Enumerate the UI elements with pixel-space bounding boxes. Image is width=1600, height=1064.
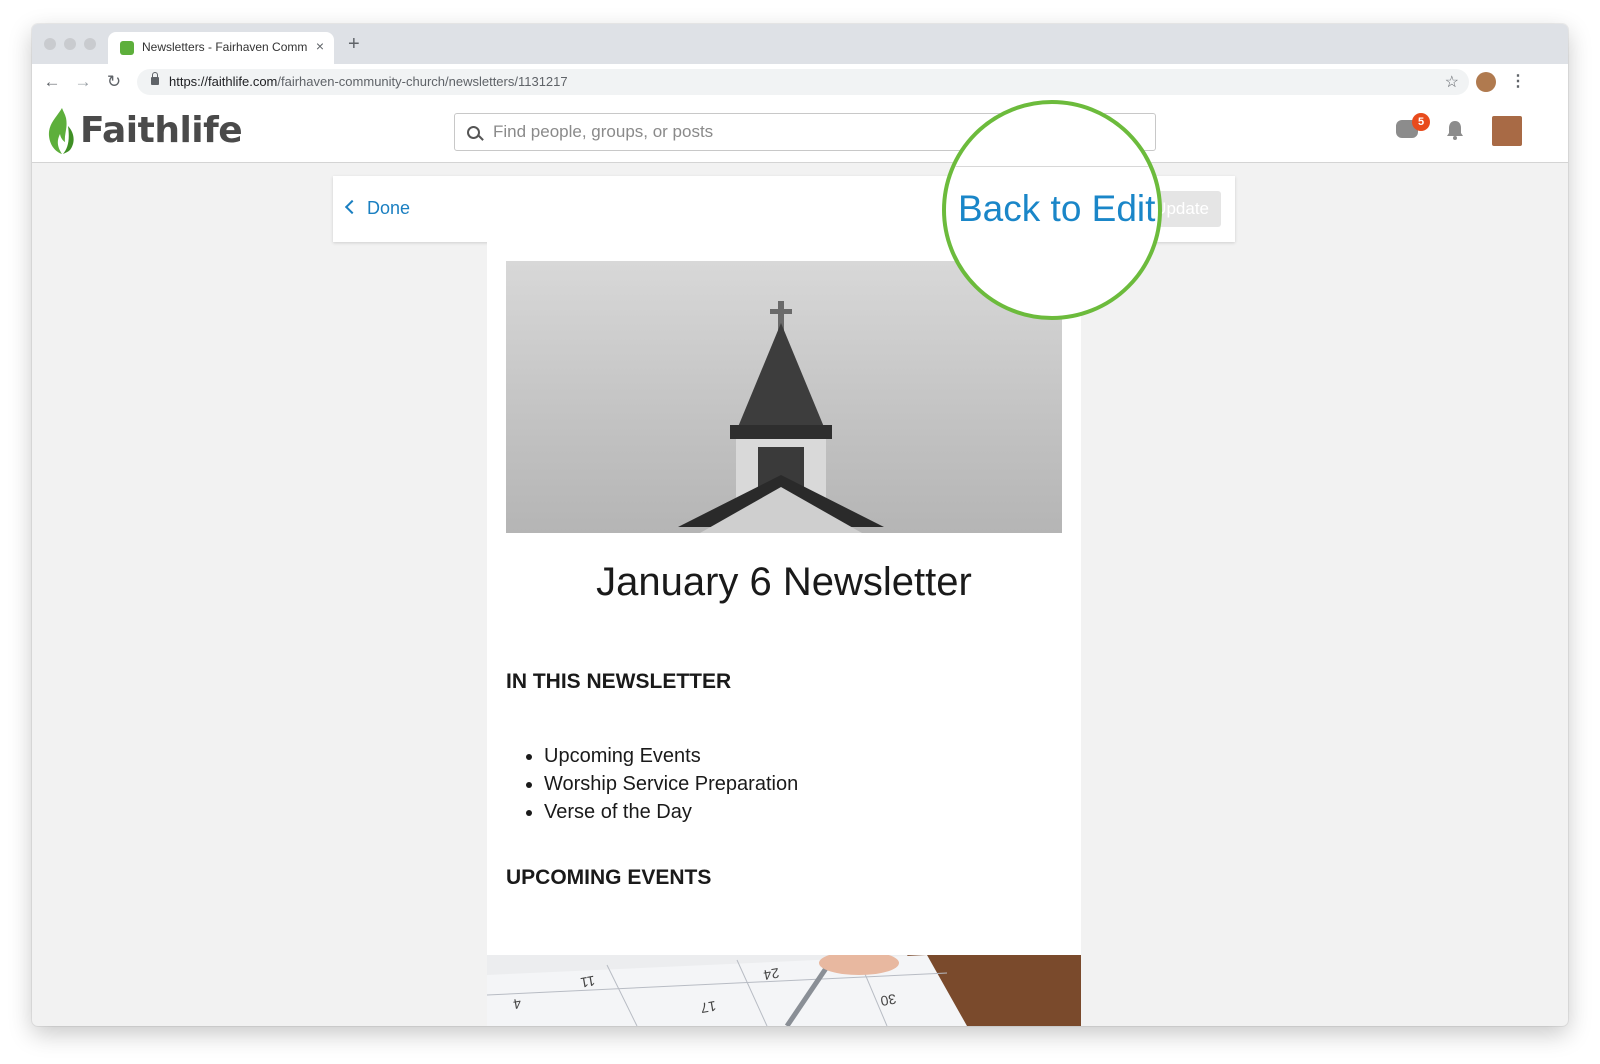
list-item: Verse of the Day xyxy=(525,798,798,826)
messages-badge: 5 xyxy=(1412,113,1430,131)
calendar-illustration: 11 24 17 30 4 xyxy=(487,955,1081,1026)
new-tab-button[interactable]: + xyxy=(348,33,360,56)
browser-window: Newsletters - Fairhaven Comm × + ← → ↻ h… xyxy=(32,24,1568,1026)
notifications-bell-icon[interactable] xyxy=(1446,120,1464,140)
newsletter-title: January 6 Newsletter xyxy=(596,560,972,604)
site-header: Faithlife Find people, groups, or posts … xyxy=(32,100,1568,163)
browser-profile-avatar[interactable] xyxy=(1476,72,1496,92)
newsletter-preview: January 6 Newsletter IN THIS NEWSLETTER … xyxy=(487,242,1081,1026)
browser-tab[interactable]: Newsletters - Fairhaven Comm × xyxy=(108,32,334,64)
tab-title: Newsletters - Fairhaven Comm xyxy=(142,40,308,54)
calendar-number: 11 xyxy=(579,973,596,991)
forward-button[interactable]: → xyxy=(73,72,93,92)
favicon-icon xyxy=(120,41,134,55)
tab-strip: Newsletters - Fairhaven Comm × + xyxy=(32,24,1568,64)
bookmark-star-icon[interactable]: ☆ xyxy=(1445,72,1459,92)
update-button[interactable]: Update xyxy=(1153,191,1221,227)
search-icon xyxy=(467,126,480,139)
calendar-number: 17 xyxy=(699,998,717,1016)
url-path: /fairhaven-community-church/newsletters/… xyxy=(277,74,568,89)
address-bar[interactable]: https://faithlife.com/fairhaven-communit… xyxy=(137,69,1469,95)
lock-icon xyxy=(151,72,159,85)
close-window-dot[interactable] xyxy=(44,38,56,50)
search-placeholder: Find people, groups, or posts xyxy=(493,122,714,141)
church-steeple-image xyxy=(506,261,1062,533)
zoom-window-dot[interactable] xyxy=(84,38,96,50)
back-to-edit-button[interactable]: Back to Edit xyxy=(958,188,1155,230)
close-tab-icon[interactable]: × xyxy=(316,38,324,54)
reload-button[interactable]: ↻ xyxy=(104,72,124,92)
steeple-illustration xyxy=(678,301,884,533)
calendar-image: 11 24 17 30 4 xyxy=(487,955,1081,1026)
faithlife-flame-icon[interactable] xyxy=(46,108,76,154)
list-item: Worship Service Preparation xyxy=(525,770,798,798)
newsletter-contents-list: Upcoming Events Worship Service Preparat… xyxy=(525,742,798,826)
chevron-left-icon xyxy=(344,199,360,215)
url-text: https://faithlife.com/fairhaven-communit… xyxy=(169,74,568,89)
url-host: https://faithlife.com xyxy=(169,74,278,89)
calendar-number: 30 xyxy=(879,991,897,1009)
section-heading-in-this-newsletter: IN THIS NEWSLETTER xyxy=(506,670,732,693)
minimize-window-dot[interactable] xyxy=(64,38,76,50)
done-label: Done xyxy=(367,198,411,218)
back-button[interactable]: ← xyxy=(42,72,62,92)
done-button[interactable]: Done xyxy=(344,198,411,219)
section-heading-upcoming-events: UPCOMING EVENTS xyxy=(506,866,712,889)
callout-divider xyxy=(946,166,1158,167)
user-avatar[interactable] xyxy=(1492,116,1522,146)
calendar-number: 24 xyxy=(762,965,780,983)
browser-toolbar: ← → ↻ https://faithlife.com/fairhaven-co… xyxy=(32,64,1568,101)
list-item: Upcoming Events xyxy=(525,742,798,770)
browser-menu-icon[interactable]: ⋮ xyxy=(1510,71,1526,91)
faithlife-logo[interactable]: Faithlife xyxy=(80,110,243,151)
back-to-edit-callout[interactable]: Back to Edit xyxy=(942,100,1162,320)
